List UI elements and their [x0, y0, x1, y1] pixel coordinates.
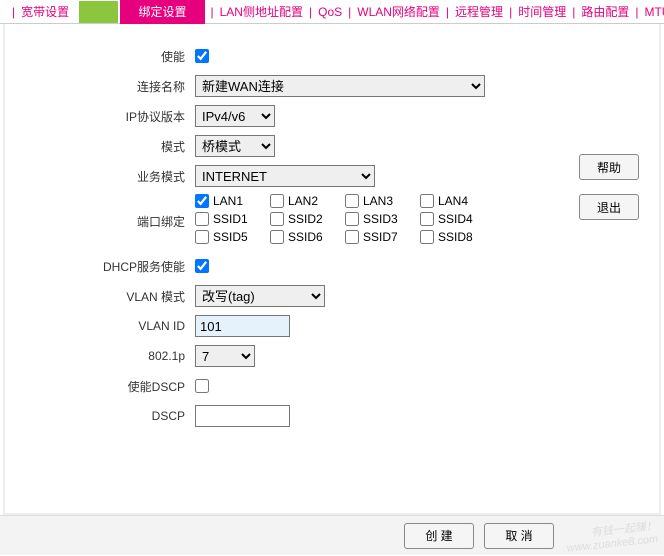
label-mode: 模式 [35, 138, 195, 155]
conn-name-select[interactable]: 新建WAN连接 [195, 75, 485, 97]
mode-select[interactable]: 桥模式 [195, 135, 275, 157]
footer-bar: 创 建 取 消 [0, 515, 664, 555]
port-ssid5[interactable]: SSID5 [195, 230, 270, 244]
nav-item-1-badge[interactable]: 绑定设置 [120, 0, 204, 24]
service-mode-select[interactable]: INTERNET [195, 165, 375, 187]
port-ssid8[interactable]: SSID8 [420, 230, 495, 244]
cancel-button[interactable]: 取 消 [484, 523, 554, 549]
label-vlan-mode: VLAN 模式 [35, 288, 195, 305]
nav-item-7[interactable]: 路由配置 [579, 0, 631, 24]
port-ssid2[interactable]: SSID2 [270, 212, 345, 226]
nav-item-4[interactable]: WLAN网络配置 [355, 0, 442, 24]
nav-item-8[interactable]: MTU设置 [642, 0, 664, 24]
enable-checkbox[interactable] [195, 49, 209, 63]
port-lan4[interactable]: LAN4 [420, 194, 495, 208]
p8021-select[interactable]: 7 [195, 345, 255, 367]
port-ssid1[interactable]: SSID1 [195, 212, 270, 226]
label-svc-mode: 业务模式 [35, 168, 195, 185]
nav-item-6[interactable]: 时间管理 [516, 0, 568, 24]
exit-button[interactable]: 退出 [579, 194, 639, 220]
nav-item-0[interactable]: 宽带设置 [19, 0, 71, 24]
wan-form: 使能 连接名称 新建WAN连接 IP协议版本 IPv4/v6 模式 桥模式 业务… [35, 44, 515, 428]
label-enable: 使能 [35, 48, 195, 65]
label-dscp: DSCP [35, 409, 195, 423]
nav-item-5[interactable]: 远程管理 [453, 0, 505, 24]
port-ssid6[interactable]: SSID6 [270, 230, 345, 244]
label-ip-ver: IP协议版本 [35, 108, 195, 125]
port-bind-grid: LAN1 LAN2 LAN3 LAN4 SSID1 SSID2 SSID3 SS… [195, 194, 515, 248]
top-nav: | 宽带设置 绑定设置 | LAN侧地址配置 | QoS | WLAN网络配置 … [0, 0, 664, 24]
help-button[interactable]: 帮助 [579, 154, 639, 180]
content-panel: 使能 连接名称 新建WAN连接 IP协议版本 IPv4/v6 模式 桥模式 业务… [3, 24, 661, 515]
dhcp-enable-checkbox[interactable] [195, 259, 209, 273]
label-dhcp-enable: DHCP服务使能 [35, 258, 195, 275]
label-conn-name: 连接名称 [35, 78, 195, 95]
vlan-mode-select[interactable]: 改写(tag) [195, 285, 325, 307]
label-dscp-enable: 使能DSCP [35, 378, 195, 395]
port-lan2[interactable]: LAN2 [270, 194, 345, 208]
port-ssid7[interactable]: SSID7 [345, 230, 420, 244]
nav-sep: | [12, 5, 15, 19]
dscp-input[interactable] [195, 405, 290, 427]
create-button[interactable]: 创 建 [404, 523, 474, 549]
nav-item-3[interactable]: QoS [316, 1, 344, 23]
ip-version-select[interactable]: IPv4/v6 [195, 105, 275, 127]
port-lan3[interactable]: LAN3 [345, 194, 420, 208]
label-port-bind: 端口绑定 [35, 213, 195, 230]
label-vlan-id: VLAN ID [35, 319, 195, 333]
nav-item-1-active-bg[interactable] [79, 1, 118, 23]
vlan-id-input[interactable] [195, 315, 290, 337]
port-ssid4[interactable]: SSID4 [420, 212, 495, 226]
nav-item-2[interactable]: LAN侧地址配置 [218, 0, 305, 24]
port-lan1[interactable]: LAN1 [195, 194, 270, 208]
label-8021p: 802.1p [35, 349, 195, 363]
side-buttons: 帮助 退出 [579, 154, 639, 220]
dscp-enable-checkbox[interactable] [195, 379, 209, 393]
port-ssid3[interactable]: SSID3 [345, 212, 420, 226]
